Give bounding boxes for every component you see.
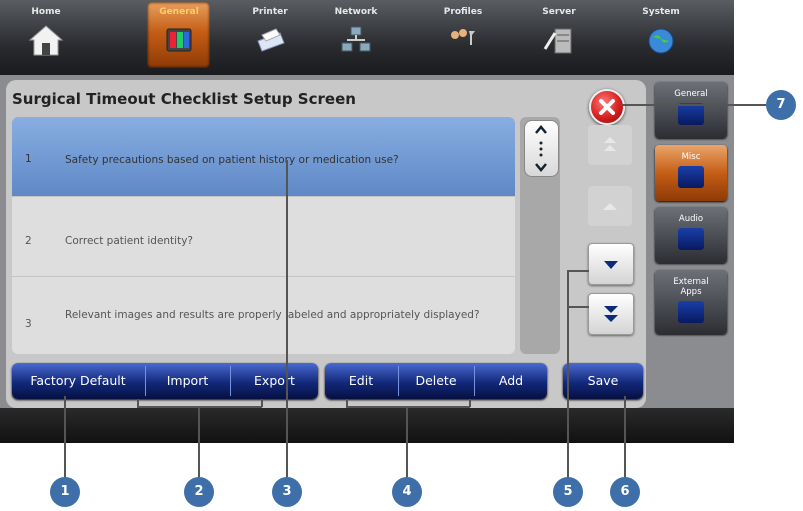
side-tab-external-apps[interactable]: External Apps <box>655 270 727 334</box>
nav-tab-profiles[interactable]: Profiles <box>421 0 505 73</box>
delete-button[interactable]: Delete <box>399 363 473 399</box>
printer-icon <box>257 28 285 52</box>
move-up-button[interactable] <box>588 186 632 226</box>
move-to-top-button[interactable] <box>588 125 632 165</box>
add-button[interactable]: Add <box>475 363 547 399</box>
list-item[interactable]: 2 Correct patient identity? <box>12 197 515 277</box>
home-icon <box>28 25 64 56</box>
export-button[interactable]: Export <box>231 363 318 399</box>
side-tab-label: General <box>674 89 708 99</box>
side-tab-label: Misc <box>681 152 701 162</box>
callout-line-1 <box>64 396 66 481</box>
edit-button[interactable]: Edit <box>325 363 397 399</box>
callout-line-2 <box>198 407 200 481</box>
general-icon <box>166 28 192 52</box>
nav-tab-home[interactable]: Home <box>4 0 88 73</box>
callout-badge: 2 <box>184 477 214 507</box>
item-number: 3 <box>25 318 32 330</box>
misc-icon <box>678 166 704 188</box>
list-item[interactable]: 3 Relevant images and results are proper… <box>12 277 515 354</box>
scrollbar-thumb[interactable] <box>524 120 559 177</box>
callout-line-7 <box>621 104 766 106</box>
nav-tab-label: Network <box>334 7 378 17</box>
general-settings-icon <box>678 103 704 125</box>
nav-tab-label: System <box>642 7 680 17</box>
item-text: Safety precautions based on patient hist… <box>65 154 399 166</box>
callout-badge: 6 <box>610 477 640 507</box>
checklist-list: 1 Safety precautions based on patient hi… <box>12 117 515 354</box>
chevron-down-icon <box>604 261 618 269</box>
side-tab-label: External Apps <box>673 277 709 297</box>
nav-tab-printer[interactable]: Printer <box>228 0 312 73</box>
move-down-button[interactable] <box>588 243 634 285</box>
audio-icon <box>678 228 704 250</box>
callout-badge: 7 <box>766 90 796 120</box>
nav-tab-label: Server <box>542 7 576 17</box>
nav-tab-system[interactable]: System <box>619 0 703 73</box>
callout-badge: 5 <box>553 477 583 507</box>
nav-tab-label: Profiles <box>443 7 483 17</box>
callout-line-5-arm-a <box>567 270 589 272</box>
profiles-icon <box>451 29 475 45</box>
nav-tab-server[interactable]: Server <box>517 0 601 73</box>
item-number: 2 <box>25 235 32 247</box>
callout-line-5 <box>567 270 569 481</box>
chevron-up-icon <box>603 203 617 210</box>
close-icon <box>599 99 615 115</box>
list-item[interactable]: 1 Safety precautions based on patient hi… <box>12 117 515 197</box>
nav-tab-network[interactable]: Network <box>314 0 398 73</box>
close-button[interactable] <box>589 89 625 125</box>
network-icon <box>341 26 371 52</box>
system-icon <box>648 28 674 54</box>
callout-bracket-2-right <box>261 399 263 407</box>
nav-tab-general[interactable]: General <box>137 0 221 73</box>
scroll-arrows-icon <box>535 125 547 172</box>
callout-line-6 <box>624 396 626 481</box>
nav-tab-label: Printer <box>252 7 288 17</box>
import-button[interactable]: Import <box>146 363 229 399</box>
server-icon <box>543 28 572 54</box>
item-text: Correct patient identity? <box>65 235 193 247</box>
callout-bracket-4-right <box>469 399 471 407</box>
side-tab-misc[interactable]: Misc <box>655 145 727 201</box>
item-text: Relevant images and results are properly… <box>65 309 480 321</box>
item-number: 1 <box>25 153 32 165</box>
callout-line-5-arm-b <box>567 306 589 308</box>
save-button[interactable]: Save <box>563 363 643 399</box>
external-apps-icon <box>678 301 704 323</box>
callout-line-3 <box>286 160 288 481</box>
double-chevron-up-icon <box>604 137 616 151</box>
nav-tab-label: General <box>159 7 199 17</box>
callout-bracket-4-left <box>346 399 348 407</box>
callout-badge: 3 <box>272 477 302 507</box>
side-tab-general[interactable]: General <box>655 82 727 138</box>
nav-tab-label: Home <box>31 7 61 17</box>
move-to-bottom-button[interactable] <box>588 293 634 335</box>
callout-bracket-4 <box>346 406 470 408</box>
double-chevron-down-icon <box>604 306 618 322</box>
factory-default-button[interactable]: Factory Default <box>12 363 144 399</box>
side-tab-label: Audio <box>678 214 704 224</box>
page-title: Surgical Timeout Checklist Setup Screen <box>12 90 356 108</box>
callout-badge: 4 <box>392 477 422 507</box>
callout-bracket-2-left <box>137 399 139 407</box>
callout-badge: 1 <box>50 477 80 507</box>
side-tab-audio[interactable]: Audio <box>655 207 727 263</box>
callout-line-4 <box>406 407 408 481</box>
